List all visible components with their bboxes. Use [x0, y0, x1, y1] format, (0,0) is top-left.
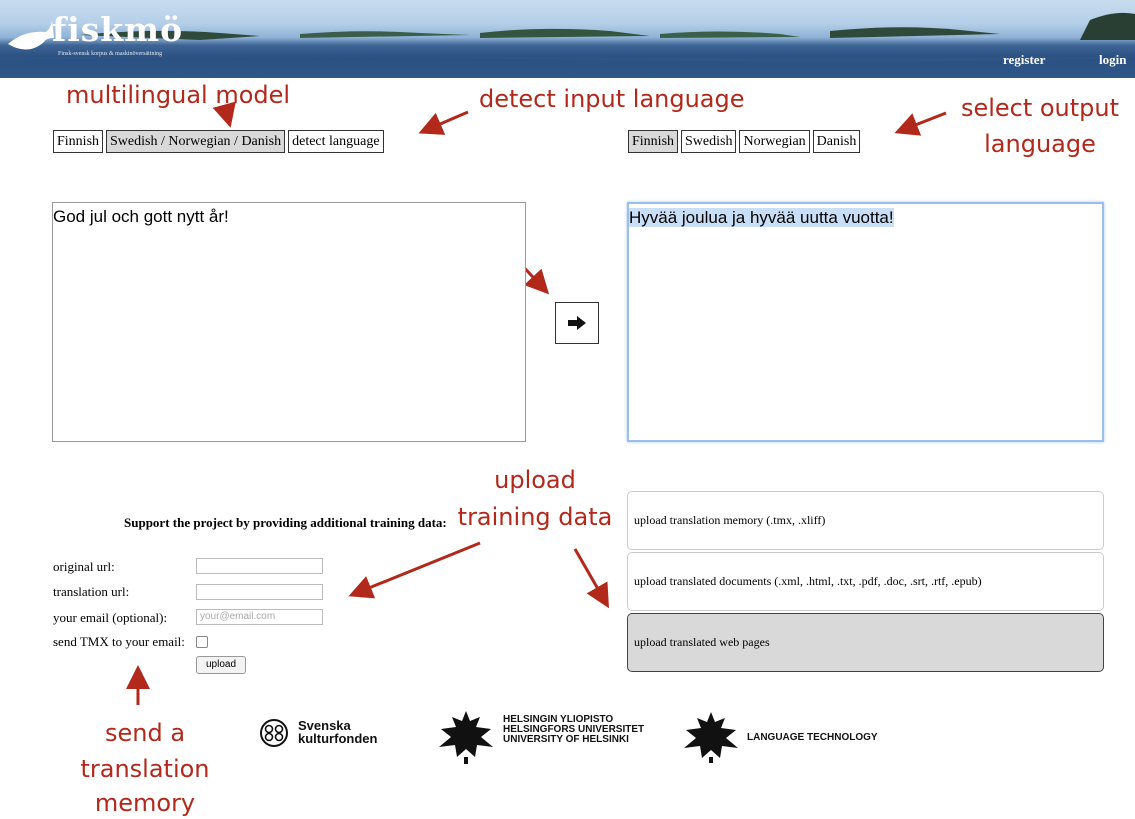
- send-tmx-label: send TMX to your email:: [53, 634, 185, 649]
- upload-translated-webpages-option[interactable]: upload translated web pages: [627, 613, 1104, 672]
- upload-button[interactable]: upload: [196, 656, 246, 674]
- target-language-selector: Finnish Swedish Norwegian Danish: [628, 130, 861, 153]
- translated-text: Hyvää joulua ja hyvää uutta vuotta!: [629, 208, 894, 227]
- original-url-input[interactable]: [196, 558, 323, 574]
- send-tmx-checkbox[interactable]: [196, 636, 208, 648]
- email-label: your email (optional):: [53, 610, 168, 625]
- target-lang-swedish-button[interactable]: Swedish: [681, 130, 737, 153]
- translation-url-input[interactable]: [196, 584, 323, 600]
- original-url-label: original url:: [53, 559, 115, 574]
- language-technology-logo-icon: [684, 712, 738, 763]
- upload-translated-documents-option[interactable]: upload translated documents (.xml, .html…: [627, 552, 1104, 611]
- target-lang-norwegian-button[interactable]: Norwegian: [739, 130, 810, 153]
- svenska-logo-text-2: kulturfonden: [298, 731, 378, 746]
- target-lang-finnish-button[interactable]: Finnish: [628, 130, 679, 153]
- svenska-kulturfonden-logo-icon: [260, 719, 288, 747]
- source-lang-finnish-button[interactable]: Finnish: [53, 130, 104, 153]
- target-lang-danish-button[interactable]: Danish: [812, 130, 861, 153]
- arrow-output: [894, 111, 947, 136]
- email-input[interactable]: your@email.com: [196, 609, 323, 625]
- support-heading: Support the project by providing additio…: [124, 515, 447, 530]
- language-technology-logo-text: LANGUAGE TECHNOLOGY: [747, 732, 878, 743]
- upload-translation-memory-option[interactable]: upload translation memory (.tmx, .xliff): [627, 491, 1104, 550]
- source-language-selector: Finnish Swedish / Norwegian / Danish det…: [53, 130, 384, 153]
- university-helsinki-logo-icon: [439, 711, 493, 764]
- uh-logo-text-3: UNIVERSITY OF HELSINKI: [503, 734, 629, 745]
- translate-button[interactable]: [555, 302, 599, 344]
- arrow-multilingual: [212, 101, 236, 128]
- source-lang-swedish-norwegian-danish-button[interactable]: Swedish / Norwegian / Danish: [106, 130, 286, 153]
- target-text-output[interactable]: Hyvää joulua ja hyvää uutta vuotta!: [627, 202, 1104, 442]
- arrow-upload-box: [573, 548, 609, 609]
- translation-url-label: translation url:: [53, 584, 130, 599]
- detect-language-button[interactable]: detect language: [288, 130, 384, 153]
- arrow-upload-form: [348, 541, 481, 599]
- arrow-detect: [418, 110, 469, 135]
- arrow-right-icon: [568, 316, 586, 330]
- source-text-input[interactable]: God jul och gott nytt år!: [52, 202, 526, 442]
